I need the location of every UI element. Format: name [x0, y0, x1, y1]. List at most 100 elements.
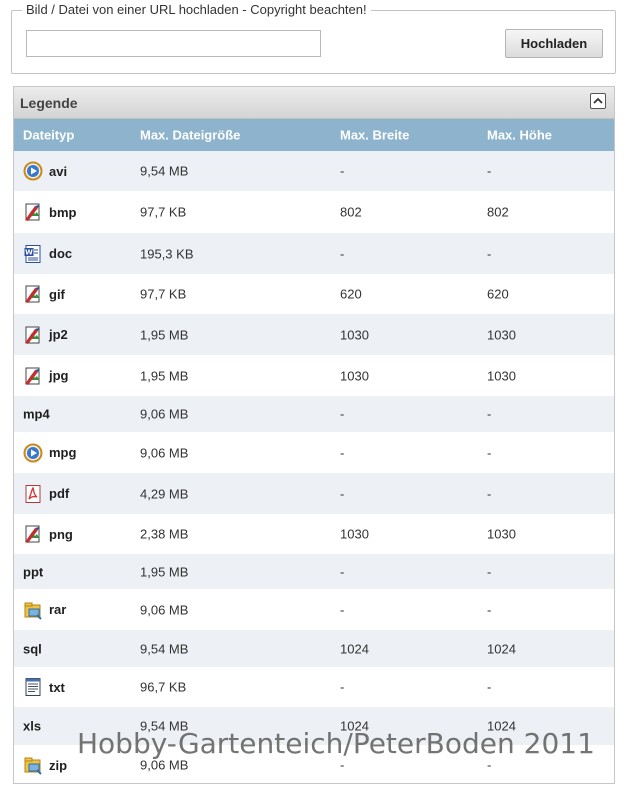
filetype-cell: pdf	[23, 484, 69, 504]
filetype-cell: Wdoc	[23, 244, 72, 264]
table-body: avi 9,54 MB - - bmp 97,7 KB 802 802 Wdoc 195,3 KB…	[14, 151, 614, 783]
max-width-cell: -	[340, 445, 345, 460]
filetype-label: avi	[49, 163, 68, 179]
filetype-label: pdf	[49, 486, 70, 501]
max-height-cell: -	[487, 445, 492, 460]
upload-button[interactable]: Hochladen	[505, 29, 603, 58]
column-header-max-width: Max. Breite	[340, 127, 410, 143]
table-row: avi 9,54 MB - -	[14, 151, 614, 191]
filetype-cell: gif	[23, 284, 65, 304]
filetype-cell: xls	[23, 719, 41, 734]
filetype-cell: jpg	[23, 366, 69, 386]
filetype-label: xls	[23, 718, 42, 734]
max-size-cell: 9,06 MB	[140, 406, 189, 422]
pdf-icon	[23, 484, 43, 504]
table-row: pdf 4,29 MB - -	[14, 473, 614, 514]
filetype-cell: png	[23, 524, 73, 544]
image-icon	[23, 524, 43, 544]
column-header-max-size: Max. Dateigröße	[140, 127, 241, 143]
table-row: mp4 9,06 MB - -	[14, 396, 614, 432]
max-height-cell: 1024	[487, 641, 516, 656]
svg-text:W: W	[25, 248, 33, 256]
filetype-label: rar	[49, 602, 67, 617]
table-row: ppt 1,95 MB - -	[14, 554, 614, 589]
filetype-cell: rar	[23, 600, 66, 620]
max-height-cell: 1030	[487, 526, 516, 542]
max-width-cell: -	[340, 246, 345, 261]
max-height-cell: 1030	[487, 368, 516, 383]
chevron-up-icon	[593, 97, 603, 104]
text-icon	[23, 677, 43, 697]
word-icon: W	[23, 244, 43, 264]
max-width-cell: -	[340, 602, 345, 617]
filetype-label: mp4	[23, 406, 50, 422]
max-height-cell: -	[487, 406, 492, 422]
image-icon	[23, 284, 43, 304]
max-size-cell: 96,7 KB	[140, 679, 187, 695]
legend-panel: Legende Dateityp Max. Dateigröße Max. Br…	[13, 86, 615, 784]
max-height-cell: -	[487, 246, 492, 261]
max-height-cell: 802	[487, 204, 509, 220]
max-height-cell: -	[487, 486, 492, 501]
image-icon	[23, 202, 43, 222]
filetype-label: bmp	[49, 204, 77, 220]
filetype-label: mpg	[49, 445, 77, 460]
max-width-cell: -	[340, 163, 345, 179]
table-row: rar 9,06 MB - -	[14, 589, 614, 630]
filetype-cell: avi	[23, 161, 67, 181]
filetype-label: png	[49, 526, 73, 542]
max-width-cell: -	[340, 486, 345, 501]
filetype-cell: txt	[23, 677, 65, 697]
archive-icon	[23, 755, 43, 775]
max-size-cell: 9,54 MB	[140, 641, 189, 656]
filetype-label: doc	[49, 246, 73, 261]
column-header-filetype: Dateityp	[23, 127, 75, 143]
max-width-cell: 1030	[340, 327, 369, 342]
max-height-cell: -	[487, 602, 492, 617]
video-icon	[23, 443, 43, 463]
table-row: gif 97,7 KB 620 620	[14, 274, 614, 314]
column-header-max-height: Max. Höhe	[487, 127, 553, 143]
header-row: Dateityp Max. Dateigröße Max. Breite Max…	[14, 119, 614, 151]
max-width-cell: 620	[340, 286, 362, 302]
max-size-cell: 9,54 MB	[140, 163, 189, 179]
filetype-label: jp2	[49, 327, 68, 342]
filetype-label: ppt	[23, 564, 44, 579]
max-size-cell: 97,7 KB	[140, 204, 187, 220]
table-row: txt 96,7 KB - -	[14, 667, 614, 707]
filetype-cell: sql	[23, 641, 42, 656]
image-icon	[23, 325, 43, 345]
max-width-cell: -	[340, 406, 345, 422]
max-height-cell: -	[487, 163, 492, 179]
max-height-cell: 620	[487, 286, 509, 302]
max-height-cell: 1030	[487, 327, 516, 342]
max-width-cell: -	[340, 564, 345, 579]
upload-fieldset: Bild / Datei von einer URL hochladen - C…	[11, 2, 616, 74]
table-row: jp2 1,95 MB 1030 1030	[14, 314, 614, 355]
collapse-button[interactable]	[590, 93, 606, 109]
filetype-cell: mpg	[23, 443, 76, 463]
table-header: Dateityp Max. Dateigröße Max. Breite Max…	[14, 119, 614, 151]
table-row: sql 9,54 MB 1024 1024	[14, 630, 614, 667]
max-height-cell: -	[487, 564, 492, 579]
table-row: jpg 1,95 MB 1030 1030	[14, 355, 614, 396]
max-width-cell: -	[340, 679, 345, 695]
video-icon	[23, 161, 43, 181]
max-height-cell: -	[487, 679, 492, 695]
max-size-cell: 1,95 MB	[140, 564, 189, 579]
filetype-cell: mp4	[23, 407, 50, 422]
max-size-cell: 4,29 MB	[140, 486, 189, 501]
filetype-cell: ppt	[23, 564, 43, 579]
max-size-cell: 1,95 MB	[140, 368, 189, 383]
url-input[interactable]	[26, 30, 321, 57]
max-width-cell: 1030	[340, 368, 369, 383]
max-width-cell: 1030	[340, 526, 369, 542]
watermark: Hobby-Gartenteich/PeterBoden 2011	[77, 727, 595, 760]
upload-legend: Bild / Datei von einer URL hochladen - C…	[22, 2, 371, 17]
image-icon	[23, 366, 43, 386]
max-size-cell: 9,06 MB	[140, 602, 189, 617]
max-size-cell: 1,95 MB	[140, 327, 189, 342]
table-row: png 2,38 MB 1030 1030	[14, 514, 614, 554]
max-width-cell: 802	[340, 204, 362, 220]
legend-title: Legende	[20, 95, 78, 111]
